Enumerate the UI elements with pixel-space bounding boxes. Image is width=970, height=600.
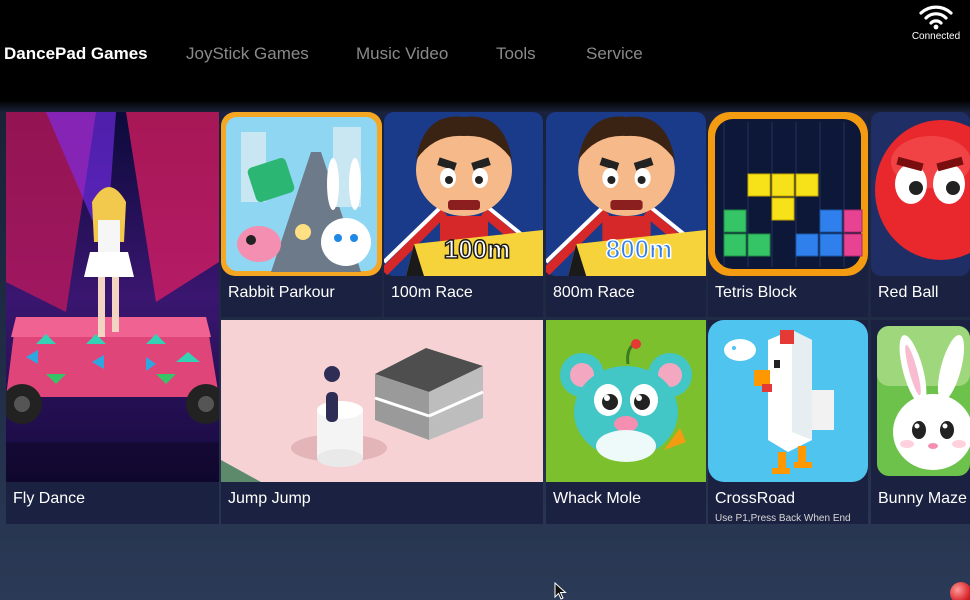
- tab-tools[interactable]: Tools: [496, 44, 536, 64]
- game-title: Bunny Maze: [878, 490, 967, 507]
- bunny-maze-artwork: [871, 320, 970, 482]
- tab-joystick-games[interactable]: JoyStick Games: [186, 44, 309, 64]
- game-tile-jump-jump[interactable]: Jump Jump: [221, 320, 543, 524]
- fly-dance-artwork: [6, 112, 219, 482]
- game-title: Jump Jump: [228, 490, 311, 507]
- game-title: Rabbit Parkour: [228, 284, 335, 301]
- game-tile-tetris-block[interactable]: Tetris Block: [708, 112, 868, 317]
- wifi-icon: [919, 5, 953, 30]
- game-title: 100m Race: [391, 284, 473, 301]
- game-title: Fly Dance: [13, 490, 86, 507]
- game-instructions: Use P1,Press Back When End: [715, 513, 851, 524]
- game-title: 800m Race: [553, 284, 635, 301]
- tab-service[interactable]: Service: [586, 44, 643, 64]
- tetris-block-artwork: [708, 112, 868, 276]
- game-title: CrossRoad: [715, 490, 796, 507]
- rabbit-parkour-artwork: [221, 112, 382, 276]
- tab-dancepad-games[interactable]: DancePad Games: [4, 44, 148, 64]
- top-navigation-bar: DancePad Games JoyStick Games Music Vide…: [0, 0, 970, 100]
- game-tile-whack-mole[interactable]: Whack Mole: [546, 320, 706, 524]
- race-distance-badge: 800m: [605, 233, 673, 265]
- connection-label: Connected: [911, 31, 961, 42]
- whack-mole-artwork: [546, 320, 706, 482]
- game-title: Whack Mole: [553, 490, 642, 507]
- red-ball-artwork: [871, 112, 970, 276]
- jump-jump-artwork: [221, 320, 543, 482]
- mouse-pointer-icon: [554, 582, 567, 600]
- game-title: Red Ball: [878, 284, 939, 301]
- game-tile-crossroad[interactable]: CrossRoad Use P1,Press Back When End: [708, 320, 868, 524]
- race-distance-badge: 100m: [443, 233, 511, 265]
- corner-ball-icon: [950, 582, 970, 600]
- game-tile-fly-dance[interactable]: Fly Dance: [6, 112, 219, 524]
- game-tile-rabbit-parkour[interactable]: Rabbit Parkour: [221, 112, 382, 317]
- game-tile-800m-race[interactable]: 800m 800m Race: [546, 112, 706, 317]
- game-tile-bunny-maze[interactable]: Bunny Maze: [871, 320, 970, 524]
- connection-status: Connected: [906, 4, 966, 50]
- game-tile-100m-race[interactable]: 100m 100m Race: [384, 112, 543, 317]
- game-title: Tetris Block: [715, 284, 797, 301]
- tab-music-video[interactable]: Music Video: [356, 44, 448, 64]
- crossroad-artwork: [708, 320, 868, 482]
- game-tile-red-ball[interactable]: Red Ball: [871, 112, 970, 317]
